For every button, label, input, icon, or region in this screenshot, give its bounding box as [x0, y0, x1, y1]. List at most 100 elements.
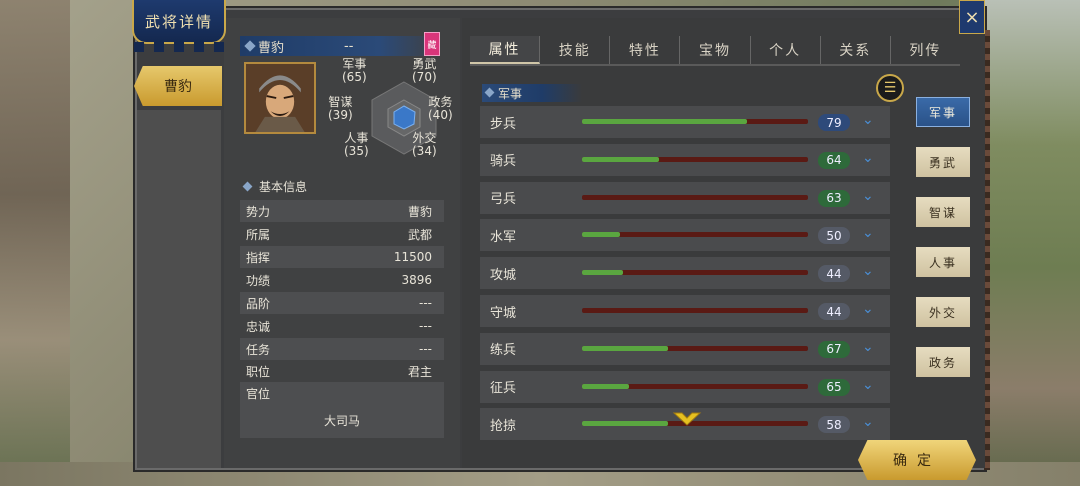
chevron-down-icon[interactable]: ⌄	[862, 263, 874, 279]
window-title: 武将详情	[132, 0, 226, 52]
chevron-down-icon[interactable]: ⌄	[862, 339, 874, 355]
list-icon[interactable]: ☰	[876, 74, 904, 102]
general-header: 曹豹 --	[240, 36, 440, 56]
skill-bar	[582, 194, 808, 200]
chevron-down-icon[interactable]: ⌄	[862, 377, 874, 393]
stat-personnel: 人事 (35)	[344, 132, 369, 158]
info-row-affiliation: 所属 武都	[240, 223, 444, 245]
skill-name: 抢掠	[490, 418, 517, 434]
chevron-down-icon[interactable]: ⌄	[862, 301, 874, 317]
close-button[interactable]: ×	[959, 0, 985, 34]
diamond-icon	[244, 40, 256, 52]
info-value: ---	[419, 342, 432, 356]
stat-diplomacy-value: (34)	[412, 144, 437, 158]
skill-bar	[582, 383, 808, 389]
side-tab-strategy[interactable]: 智谋	[916, 197, 970, 227]
background-left	[0, 0, 70, 486]
stat-diplomacy: 外交 (34)	[412, 132, 437, 158]
left-strip	[137, 110, 221, 468]
info-row-command: 指挥 11500	[240, 246, 444, 268]
skill-name: 练兵	[490, 343, 517, 359]
side-tab-personnel[interactable]: 人事	[916, 247, 970, 277]
skill-value: 64	[818, 151, 850, 169]
skill-row[interactable]: 攻城 44 ⌄	[480, 257, 890, 290]
stat-military: 军事 (65)	[342, 58, 367, 84]
collection-tag[interactable]: 藏	[424, 32, 440, 56]
info-label: 职位	[246, 364, 271, 379]
general-name-plate[interactable]: 曹豹	[134, 66, 222, 106]
stat-politics: 政务 (40)	[428, 96, 453, 122]
tab-personal[interactable]: 个人	[751, 36, 821, 64]
skill-row[interactable]: 练兵 67 ⌄	[480, 332, 890, 365]
info-value: 3896	[401, 273, 432, 287]
skill-row[interactable]: 步兵 79 ⌄	[480, 106, 890, 138]
info-label: 指挥	[246, 250, 271, 265]
skill-name: 守城	[490, 305, 517, 321]
tab-attributes[interactable]: 属性	[470, 36, 541, 64]
skill-value: 44	[818, 303, 850, 320]
side-tab-military[interactable]: 军事	[916, 97, 970, 127]
tab-treasures[interactable]: 宝物	[680, 36, 751, 64]
side-tab-diplomacy[interactable]: 外交	[916, 297, 970, 327]
skill-name: 征兵	[490, 381, 517, 397]
right-panel: 属性 技能 特性 宝物 个人 关系 列传 军事 ☰ 步兵 79 ⌄ 骑兵 64 ⌄ 弓兵 63…	[462, 18, 985, 468]
stat-valor-value: (70)	[412, 70, 437, 84]
info-value: 武都	[407, 227, 432, 242]
skill-bar	[582, 119, 808, 124]
skill-bar-fill	[582, 232, 621, 238]
info-row-faction: 势力 曹豹	[240, 200, 444, 222]
side-tab-politics[interactable]: 政务	[916, 347, 970, 377]
skill-bar-fill	[582, 270, 623, 276]
info-label: 功绩	[246, 273, 271, 288]
scroll-down-icon[interactable]	[672, 411, 702, 427]
confirm-button[interactable]: 确定	[858, 440, 976, 480]
info-row-rank: 品阶 ---	[240, 292, 444, 314]
chevron-down-icon[interactable]: ⌄	[862, 112, 874, 128]
skill-row[interactable]: 水军 50 ⌄	[480, 219, 890, 252]
info-label: 忠诚	[246, 319, 271, 334]
skill-bar	[582, 270, 808, 276]
skill-row[interactable]: 骑兵 64 ⌄	[480, 143, 890, 176]
section-title: 军事	[498, 86, 523, 101]
chevron-down-icon[interactable]: ⌄	[862, 414, 874, 430]
skill-bar-fill	[582, 421, 668, 427]
skill-bar-fill	[582, 345, 668, 351]
chevron-down-icon[interactable]: ⌄	[862, 150, 874, 166]
chevron-down-icon[interactable]: ⌄	[862, 225, 874, 241]
skill-bar-fill	[582, 119, 747, 124]
info-value: 11500	[393, 250, 432, 264]
skill-value: 65	[818, 378, 850, 396]
chevron-down-icon[interactable]: ⌄	[862, 188, 874, 204]
info-value: 君主	[407, 364, 432, 379]
skill-row[interactable]: 征兵 65 ⌄	[480, 370, 890, 403]
diamond-icon	[484, 87, 495, 98]
skill-value: 63	[818, 189, 850, 207]
side-tab-valor[interactable]: 勇武	[916, 147, 970, 177]
skill-value: 50	[818, 227, 850, 245]
skill-value: 67	[818, 340, 850, 358]
skill-row[interactable]: 弓兵 63 ⌄	[480, 181, 890, 214]
skill-name: 骑兵	[490, 154, 517, 170]
tab-traits[interactable]: 特性	[610, 36, 681, 64]
general-subtitle: --	[344, 38, 354, 54]
skill-value: 79	[818, 114, 850, 131]
skill-name: 步兵	[490, 116, 517, 132]
tab-bar: 属性 技能 特性 宝物 个人 关系 列传	[470, 36, 960, 66]
basic-info-label: 基本信息	[259, 180, 308, 194]
stat-personnel-value: (35)	[344, 144, 369, 158]
portrait-art	[246, 64, 314, 132]
info-value: 曹豹	[407, 204, 432, 219]
info-row-merit: 功绩 3896	[240, 269, 444, 291]
info-label: 官位	[246, 386, 271, 401]
stat-strategy-value: (39)	[328, 108, 353, 122]
info-label: 品阶	[246, 296, 271, 311]
tab-biography[interactable]: 列传	[891, 36, 960, 64]
general-portrait	[244, 62, 316, 134]
left-panel: 曹豹 -- 藏 军事 (65) 勇武 (70) 智谋 (39) 政务 (40) …	[224, 18, 460, 468]
tab-relations[interactable]: 关系	[821, 36, 891, 64]
tab-skills[interactable]: 技能	[540, 36, 611, 64]
skill-value: 44	[818, 265, 850, 283]
info-row-office: 官位	[240, 382, 444, 404]
stat-politics-value: (40)	[428, 108, 453, 122]
skill-row[interactable]: 守城 44 ⌄	[480, 295, 890, 327]
